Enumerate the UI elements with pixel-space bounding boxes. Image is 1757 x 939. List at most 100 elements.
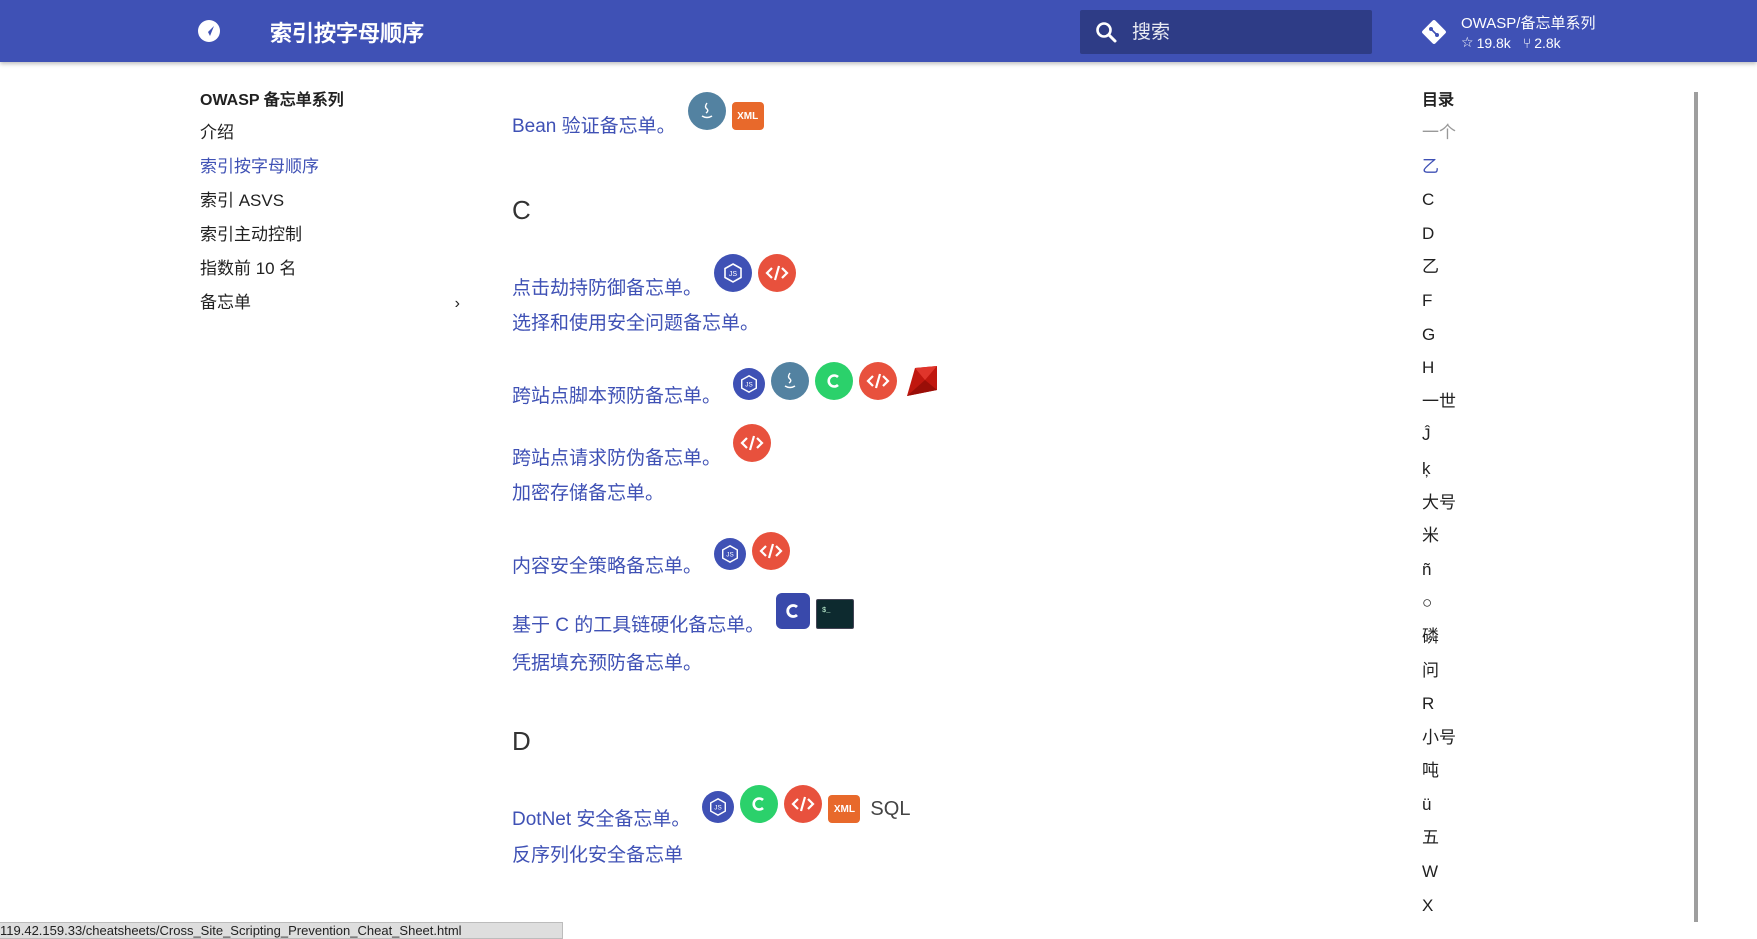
sidebar-item-index-alphabetical[interactable]: 索引按字母顺序 [200, 156, 460, 190]
sidebar-item-index-asvs[interactable]: 索引 ASVS [200, 190, 460, 224]
cheatsheet-link[interactable]: 选择和使用安全问题备忘单。 [512, 308, 759, 335]
badges [733, 424, 772, 462]
list-item: 反序列化安全备忘单 [512, 840, 683, 867]
sidebar-item-cheatsheets[interactable]: 备忘单 › [200, 292, 460, 326]
toc-item[interactable]: G [1422, 324, 1522, 358]
csharp-icon [815, 362, 854, 400]
forks-count: ⑂ 2.8k [1522, 34, 1561, 51]
nodejs-icon: JS [733, 368, 766, 400]
list-item: 加密存储备忘单。 [512, 478, 664, 505]
badges: JS [714, 254, 797, 292]
toc-item[interactable]: 小号 [1422, 727, 1522, 761]
badges: JS XML SQL [702, 785, 914, 823]
toc-item[interactable]: H [1422, 357, 1522, 391]
repo-name: OWASP/备忘单系列 [1461, 15, 1596, 32]
sidebar-item-index-top10[interactable]: 指数前 10 名 [200, 258, 460, 292]
xml-icon: XML [828, 795, 861, 823]
list-item: Bean 验证备忘单。 XML [512, 92, 764, 138]
toc-item[interactable]: 五 [1422, 827, 1522, 861]
sql-icon: SQL [870, 797, 911, 820]
java-icon [687, 92, 726, 130]
toc-item[interactable]: ķ [1422, 458, 1522, 492]
cheatsheet-link[interactable]: DotNet 安全备忘单。 [512, 804, 690, 831]
ruby-icon [903, 362, 941, 400]
sidebar-item-intro[interactable]: 介绍 [200, 122, 460, 156]
section-heading-d: D [512, 726, 531, 756]
code-icon [752, 532, 791, 570]
c-language-icon [776, 593, 811, 629]
nodejs-icon: JS [702, 791, 735, 823]
toc-item[interactable]: R [1422, 693, 1522, 727]
toc-item[interactable]: 米 [1422, 525, 1522, 559]
toc-item[interactable]: ○ [1422, 592, 1522, 626]
search-input[interactable] [1130, 10, 1364, 56]
svg-text:$_: $_ [822, 607, 831, 615]
cheatsheet-link[interactable]: 内容安全策略备忘单。 [512, 551, 702, 578]
svg-text:JS: JS [729, 271, 738, 278]
sidebar-item-index-proactive-controls[interactable]: 索引主动控制 [200, 224, 460, 258]
toc-item[interactable]: 一个 [1422, 122, 1522, 156]
toc-item[interactable]: 乙 [1422, 256, 1522, 290]
top-app-bar: 索引按字母顺序 OWASP/备忘单系列 ☆19.8k ⑂2.8k [0, 0, 1757, 62]
search-icon[interactable] [1094, 20, 1118, 49]
nodejs-icon: JS [714, 254, 753, 292]
search-box[interactable] [1080, 10, 1372, 56]
svg-text:JS: JS [715, 805, 722, 812]
table-of-contents: 目录 一个 乙 C D 乙 F G H 一世 Ĵ ķ 大号 米 ñ ○ 磷 问 … [1422, 90, 1522, 928]
toc-item[interactable]: ñ [1422, 559, 1522, 593]
toc-item[interactable]: ü [1422, 794, 1522, 828]
toc-item[interactable]: 磷 [1422, 626, 1522, 660]
toc-item[interactable]: 乙 [1422, 156, 1522, 190]
cheatsheet-link[interactable]: 跨站点请求防伪备忘单。 [512, 443, 721, 470]
toc-item[interactable]: 大号 [1422, 492, 1522, 526]
list-item: 凭据填充预防备忘单。 [512, 648, 702, 675]
svg-text:JS: JS [726, 552, 733, 559]
toc-item[interactable]: Ĵ [1422, 424, 1522, 458]
code-icon [859, 362, 898, 400]
csharp-icon [740, 785, 779, 823]
badges: $_ [776, 593, 855, 629]
toc-item[interactable]: W [1422, 861, 1522, 895]
cheatsheet-link[interactable]: Bean 验证备忘单。 [512, 111, 676, 138]
cheatsheet-link[interactable]: 基于 C 的工具链硬化备忘单。 [512, 610, 764, 637]
fork-icon: ⑂ [1522, 34, 1532, 51]
list-item: 跨站点请求防伪备忘单。 [512, 424, 772, 470]
cheatsheet-link[interactable]: 反序列化安全备忘单 [512, 840, 683, 867]
cheatsheet-link[interactable]: 跨站点脚本预防备忘单。 [512, 381, 721, 408]
java-icon [771, 362, 810, 400]
cheatsheet-link[interactable]: 加密存储备忘单。 [512, 478, 664, 505]
sidebar-nav: OWASP 备忘单系列 介绍 索引按字母顺序 索引 ASVS 索引主动控制 指数… [200, 90, 460, 326]
list-item: DotNet 安全备忘单。 JS XML SQL [512, 785, 914, 831]
toc-scrollbar[interactable] [1694, 92, 1698, 922]
toc-title: 目录 [1422, 92, 1455, 109]
code-icon [733, 424, 772, 462]
svg-text:JS: JS [745, 382, 752, 389]
chevron-right-icon: › [454, 295, 460, 312]
sidebar-item-label: 备忘单 [200, 293, 251, 312]
stars-count: ☆ 19.8k [1461, 34, 1511, 51]
badges: JS [733, 362, 941, 400]
cheatsheet-link[interactable]: 点击劫持防御备忘单。 [512, 273, 702, 300]
toc-item[interactable]: C [1422, 189, 1522, 223]
toc-item[interactable]: D [1422, 223, 1522, 257]
list-item: 点击劫持防御备忘单。 JS [512, 254, 797, 300]
cheatsheet-link[interactable]: 凭据填充预防备忘单。 [512, 648, 702, 675]
repo-facts: ☆ 19.8k ⑂ 2.8k [1461, 34, 1561, 51]
toc-item[interactable]: 吨 [1422, 760, 1522, 794]
section-heading-c: C [512, 195, 531, 225]
toc-item[interactable]: X [1422, 895, 1522, 929]
home-logo-icon[interactable] [198, 20, 220, 42]
page-title: 索引按字母顺序 [270, 21, 425, 46]
code-icon [758, 254, 797, 292]
list-item: 基于 C 的工具链硬化备忘单。 $_ [512, 593, 855, 637]
code-icon [784, 785, 823, 823]
list-item: 跨站点脚本预防备忘单。 JS [512, 362, 941, 408]
git-icon [1420, 18, 1448, 51]
badges: XML [687, 92, 764, 130]
toc-item[interactable]: F [1422, 290, 1522, 324]
toc-item[interactable]: 问 [1422, 660, 1522, 694]
terminal-icon: $_ [816, 599, 855, 629]
toc-item[interactable]: 一世 [1422, 391, 1522, 425]
xml-icon: XML [731, 102, 764, 130]
status-bar-url: 119.42.159.33/cheatsheets/Cross_Site_Scr… [0, 922, 563, 939]
